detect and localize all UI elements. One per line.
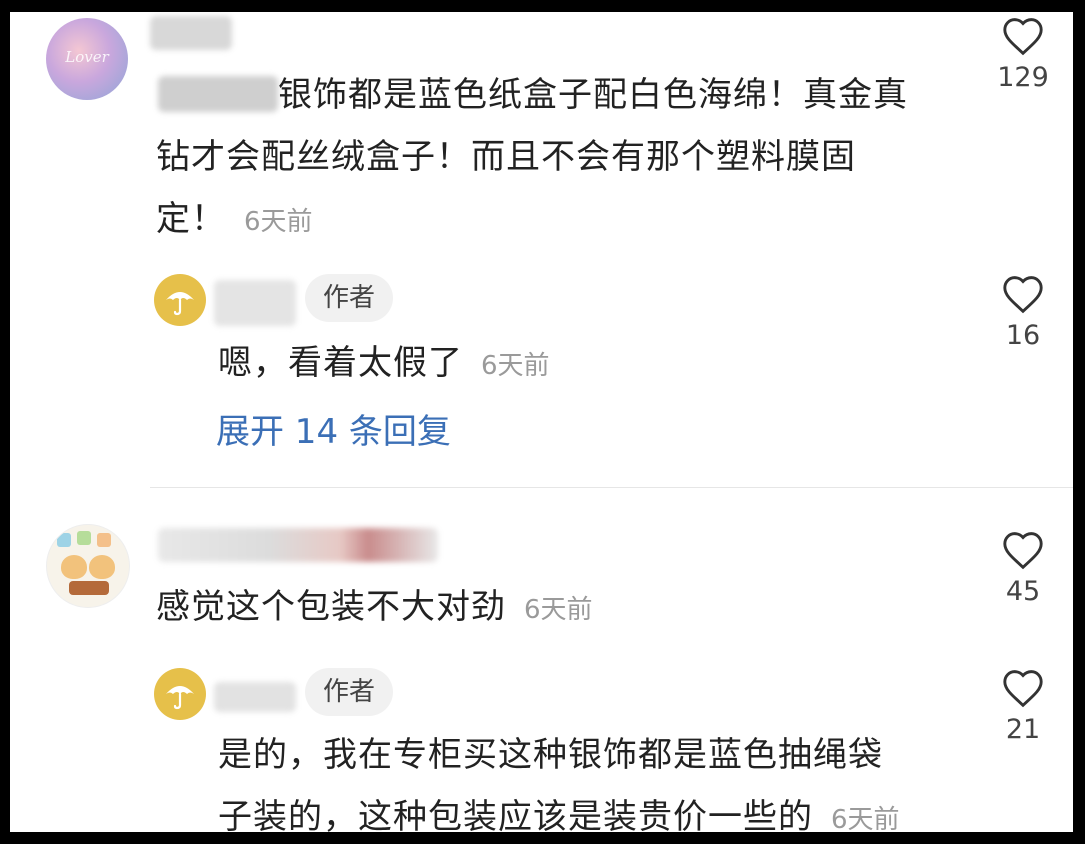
comment-text: 定！ 6天前 [156, 188, 313, 253]
expand-replies-link[interactable]: 展开 14 条回复 [216, 404, 451, 453]
like-button[interactable]: 21 [993, 668, 1053, 745]
username-redacted[interactable] [158, 528, 438, 562]
username-redacted[interactable] [214, 280, 296, 326]
comment-list: Lover 银饰都是蓝色纸盒子配白色海绵！真金真 钻才会配丝绒盒子！而且不会有那… [10, 12, 1073, 832]
like-count: 16 [1005, 320, 1041, 351]
comment-text-end: 定！ [156, 199, 226, 239]
reply-text: 是的，我在专柜买这种银饰都是蓝色抽绳袋 [218, 735, 883, 775]
comment-text: 银饰都是蓝色纸盒子配白色海绵！真金真 [278, 75, 908, 115]
username-redacted[interactable] [150, 16, 232, 50]
author-badge: 作者 [305, 274, 394, 322]
username-redacted[interactable] [214, 682, 296, 712]
like-button[interactable]: 16 [993, 274, 1053, 351]
umbrella-icon [166, 686, 194, 710]
like-button[interactable]: 129 [993, 16, 1053, 93]
author-badge: 作者 [305, 668, 394, 716]
umbrella-icon [166, 292, 194, 316]
like-button[interactable]: 45 [993, 530, 1053, 607]
reply-text: 子装的，这种包装应该是装贵价一些的 6天前 [218, 786, 900, 832]
like-count: 21 [1005, 714, 1041, 745]
timestamp: 6天前 [481, 351, 550, 381]
timestamp: 6天前 [831, 805, 900, 832]
avatar[interactable] [46, 524, 130, 608]
reply-text: 嗯，看着太假了 6天前 [218, 343, 550, 383]
heart-outline-icon [1003, 18, 1043, 56]
comment-text: 钻才会配丝绒盒子！而且不会有那个塑料膜固 [156, 137, 856, 177]
heart-outline-icon [1003, 276, 1043, 314]
timestamp: 6天前 [524, 595, 593, 625]
avatar-text: Lover [65, 48, 109, 66]
avatar[interactable] [154, 668, 206, 720]
like-count: 129 [997, 62, 1049, 93]
like-count: 45 [1005, 576, 1041, 607]
comment-text: 感觉这个包装不大对劲 6天前 [156, 587, 593, 627]
avatar[interactable]: Lover [46, 18, 128, 100]
avatar[interactable] [154, 274, 206, 326]
mention-redacted [158, 76, 278, 112]
heart-outline-icon [1003, 670, 1043, 708]
heart-outline-icon [1003, 532, 1043, 570]
divider [150, 487, 1073, 488]
timestamp: 6天前 [244, 207, 313, 237]
